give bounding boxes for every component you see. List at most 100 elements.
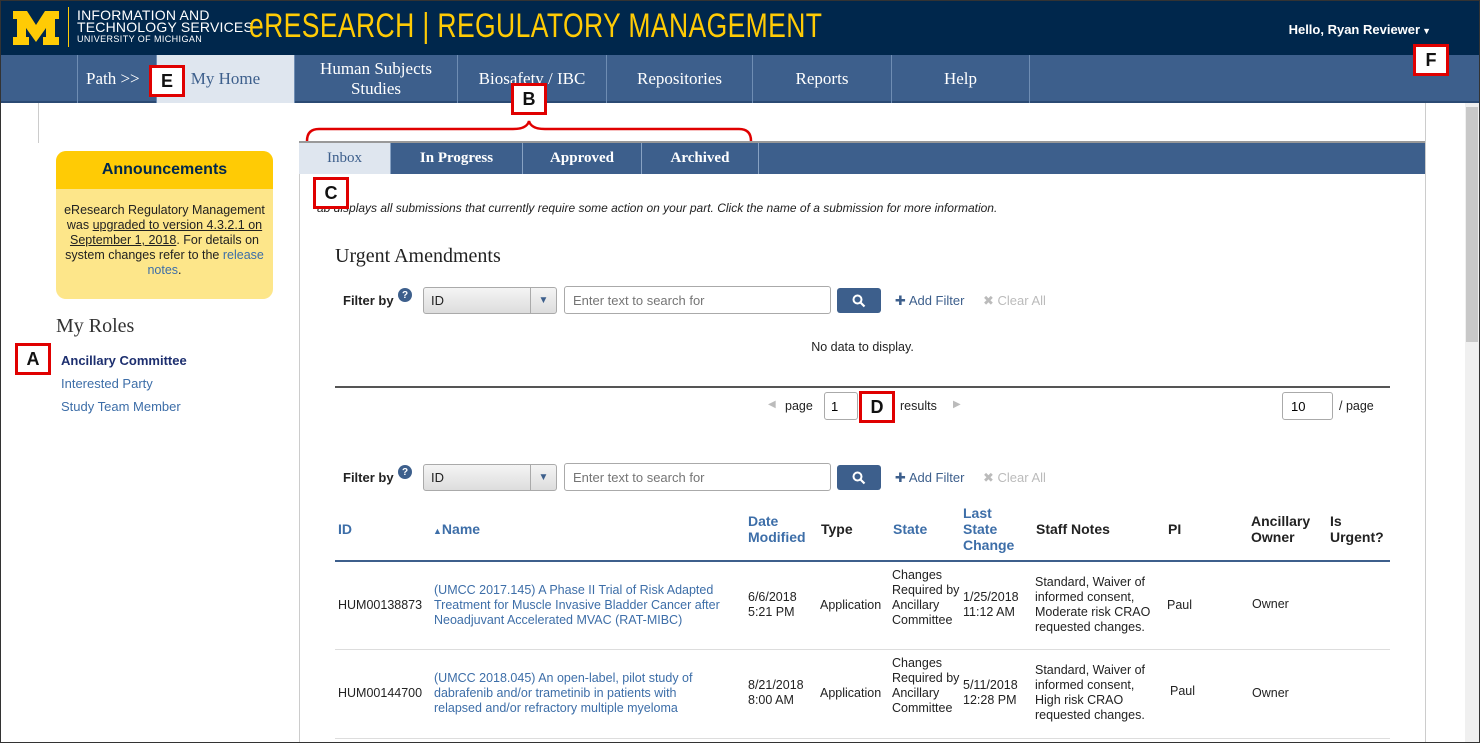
filter-field-value: ID bbox=[431, 470, 444, 485]
search-input[interactable] bbox=[564, 286, 831, 314]
tab-inbox[interactable]: Inbox bbox=[299, 143, 391, 174]
help-icon[interactable]: ? bbox=[398, 288, 412, 302]
row-divider bbox=[335, 738, 1390, 739]
nav-item-reports[interactable]: Reports bbox=[753, 55, 892, 103]
cell-last-state-change: 1/25/2018 11:12 AM bbox=[963, 590, 1019, 619]
cell-state: Changes Required by Ancillary Committee bbox=[892, 656, 960, 715]
col-header-last-state-change[interactable]: Last State Change bbox=[963, 505, 1029, 553]
search-icon bbox=[852, 294, 866, 307]
x-icon: ✖ bbox=[983, 293, 994, 308]
submission-name-link[interactable]: (UMCC 2018.045) An open-label, pilot stu… bbox=[434, 671, 724, 716]
chevron-down-icon: ▼ bbox=[530, 288, 556, 313]
tab-in-progress[interactable]: In Progress bbox=[391, 143, 523, 174]
no-data-message: No data to display. bbox=[811, 340, 914, 354]
breadcrumb-path: Path >> bbox=[77, 55, 157, 103]
announcements-box: Announcements eResearch Regulatory Manag… bbox=[56, 151, 273, 299]
search-icon bbox=[852, 471, 866, 484]
my-roles-heading: My Roles bbox=[56, 315, 135, 337]
per-page-label: / page bbox=[1339, 399, 1374, 413]
col-header-date-modified[interactable]: Date Modified bbox=[748, 513, 816, 545]
cell-type: Application bbox=[820, 686, 882, 700]
per-page-input[interactable] bbox=[1282, 392, 1333, 420]
clear-all-label: Clear All bbox=[997, 293, 1046, 308]
cell-staff-notes: Standard, Waiver of informed consent, Hi… bbox=[1035, 663, 1146, 722]
col-header-name-label: Name bbox=[441, 521, 481, 537]
urgent-amendments-title: Urgent Amendments bbox=[335, 245, 501, 267]
help-icon[interactable]: ? bbox=[398, 465, 412, 479]
submission-name-link[interactable]: (UMCC 2017.145) A Phase II Trial of Risk… bbox=[434, 583, 742, 628]
its-wordmark: INFORMATION AND TECHNOLOGY SERVICES UNIV… bbox=[77, 8, 253, 45]
clear-all-button[interactable]: ✖ Clear All bbox=[983, 470, 1046, 486]
col-header-type: Type bbox=[821, 521, 853, 537]
callout-e: E bbox=[149, 65, 185, 97]
cell-state: Changes Required by Ancillary Committee bbox=[892, 568, 960, 627]
sort-asc-icon: ▲ bbox=[433, 526, 442, 536]
search-button[interactable] bbox=[837, 288, 881, 313]
panel-left-border bbox=[299, 174, 300, 742]
tab-approved[interactable]: Approved bbox=[523, 143, 642, 174]
role-study-team-member[interactable]: Study Team Member bbox=[61, 399, 181, 414]
nav-item-human-subjects[interactable]: Human Subjects Studies bbox=[295, 55, 458, 103]
plus-icon: ✚ bbox=[895, 293, 906, 308]
scrollbar-thumb[interactable] bbox=[1466, 107, 1478, 342]
chevron-down-icon: ▼ bbox=[530, 465, 556, 490]
add-filter-button[interactable]: ✚ Add Filter bbox=[895, 293, 964, 309]
tabs-bracket bbox=[305, 120, 753, 142]
cell-pi: Paul bbox=[1167, 598, 1193, 612]
clear-all-label: Clear All bbox=[997, 470, 1046, 485]
callout-f: F bbox=[1413, 44, 1449, 76]
add-filter-button[interactable]: ✚ Add Filter bbox=[895, 470, 964, 486]
col-header-is-urgent: Is Urgent? bbox=[1330, 513, 1384, 545]
logo-divider bbox=[68, 7, 69, 47]
tab-description: ab displays all submissions that current… bbox=[317, 201, 998, 215]
col-header-pi: PI bbox=[1168, 521, 1182, 537]
university-block-m-logo[interactable] bbox=[11, 9, 61, 47]
user-menu[interactable]: Hello, Ryan Reviewer ▼ bbox=[1289, 22, 1431, 37]
prev-page-icon[interactable]: ◀ bbox=[768, 399, 776, 410]
panel-divider bbox=[1425, 103, 1426, 742]
cell-date-modified: 6/6/2018 5:21 PM bbox=[748, 590, 797, 619]
plus-icon: ✚ bbox=[895, 470, 906, 485]
pager-divider bbox=[335, 386, 1390, 388]
site-header: INFORMATION AND TECHNOLOGY SERVICES UNIV… bbox=[1, 1, 1479, 55]
nav-item-help[interactable]: Help bbox=[892, 55, 1030, 103]
org-line-2: TECHNOLOGY SERVICES bbox=[77, 19, 253, 35]
callout-b: B bbox=[511, 83, 547, 115]
pager-results-label: results bbox=[900, 399, 937, 413]
clear-all-button[interactable]: ✖ Clear All bbox=[983, 293, 1046, 309]
nav-item-repositories[interactable]: Repositories bbox=[607, 55, 753, 103]
main-nav: Path >> My Home Human Subjects Studies B… bbox=[1, 55, 1479, 103]
workspace-tabs: Inbox In Progress Approved Archived bbox=[299, 141, 1425, 174]
role-ancillary-committee[interactable]: Ancillary Committee bbox=[61, 353, 187, 368]
col-header-name[interactable]: ▲Name bbox=[433, 521, 480, 539]
row-divider bbox=[335, 649, 1390, 650]
search-input[interactable] bbox=[564, 463, 831, 491]
callout-a: A bbox=[15, 343, 51, 375]
left-divider bbox=[38, 103, 39, 143]
filter-label: Filter by bbox=[343, 293, 394, 308]
cell-date-modified: 8/21/2018 8:00 AM bbox=[748, 678, 804, 707]
filter-label: Filter by bbox=[343, 470, 394, 485]
next-page-icon[interactable]: ▶ bbox=[953, 399, 961, 410]
col-header-staff-notes: Staff Notes bbox=[1036, 521, 1110, 537]
search-button[interactable] bbox=[837, 465, 881, 490]
app-window: INFORMATION AND TECHNOLOGY SERVICES UNIV… bbox=[0, 0, 1480, 743]
col-header-id[interactable]: ID bbox=[338, 521, 352, 537]
role-interested-party[interactable]: Interested Party bbox=[61, 376, 153, 391]
app-title: eRESEARCH | REGULATORY MANAGEMENT bbox=[249, 7, 823, 45]
table-header-rule bbox=[335, 560, 1390, 562]
filter-field-select[interactable]: ID ▼ bbox=[423, 287, 557, 314]
announcement-text: . bbox=[178, 263, 182, 277]
tab-archived[interactable]: Archived bbox=[642, 143, 759, 174]
cell-id: HUM00144700 bbox=[338, 686, 423, 700]
caret-down-icon: ▼ bbox=[1422, 26, 1431, 36]
col-header-state[interactable]: State bbox=[893, 521, 927, 537]
cell-pi: Paul bbox=[1170, 684, 1196, 698]
add-filter-label: Add Filter bbox=[908, 293, 965, 308]
announcements-title: Announcements bbox=[56, 151, 273, 189]
user-greeting: Hello, Ryan Reviewer bbox=[1288, 22, 1421, 37]
cell-type: Application bbox=[820, 598, 882, 612]
filter-field-select[interactable]: ID ▼ bbox=[423, 464, 557, 491]
page-number-input[interactable] bbox=[824, 392, 858, 420]
col-header-ancillary-owner: Ancillary Owner bbox=[1251, 513, 1311, 545]
